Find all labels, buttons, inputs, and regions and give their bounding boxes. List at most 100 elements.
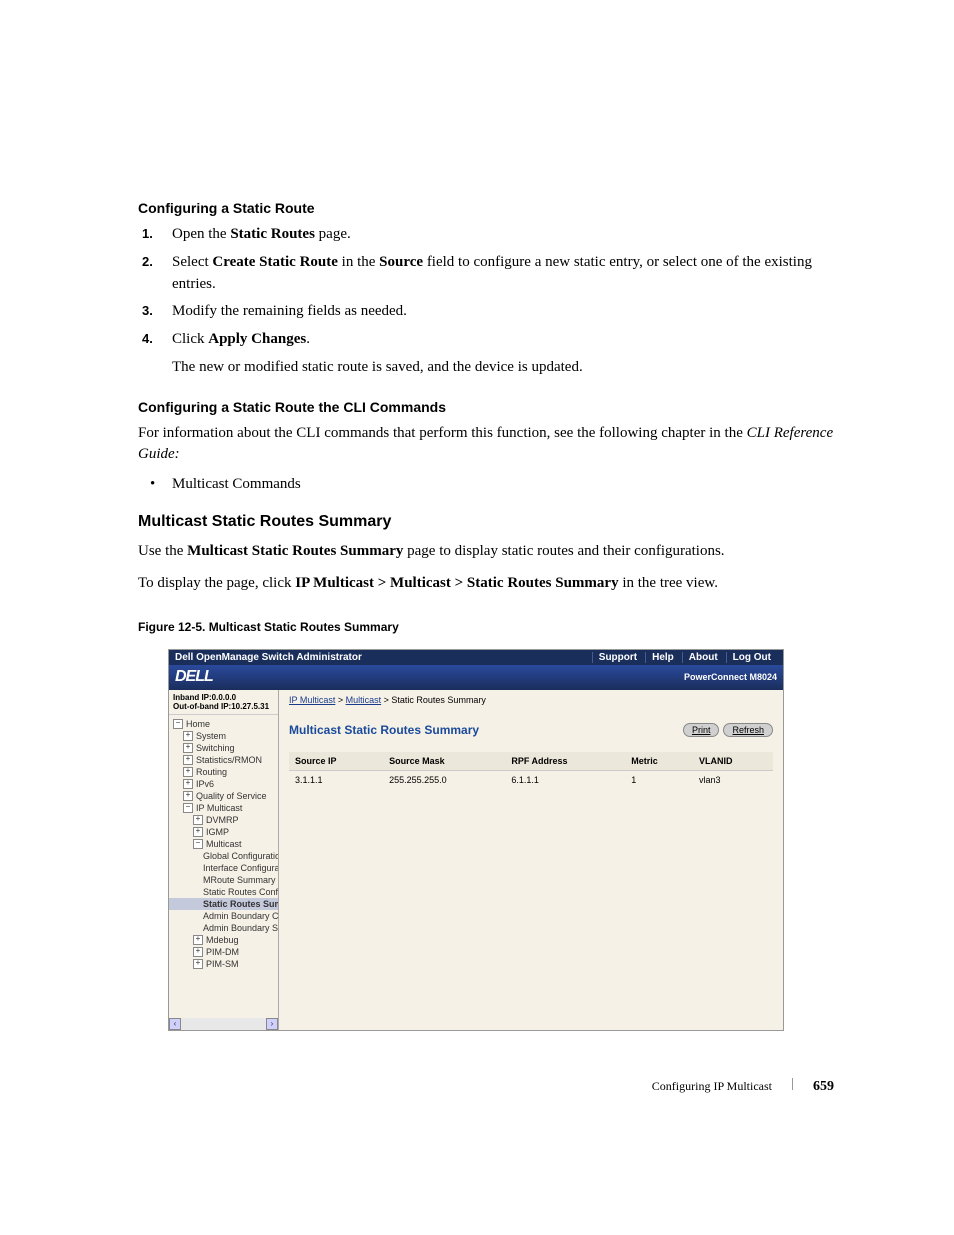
logo-bar: DELL PowerConnect M8024: [169, 665, 783, 690]
ip-info: Inband IP:0.0.0.0 Out-of-band IP:10.27.5…: [169, 690, 278, 715]
expand-icon[interactable]: +: [193, 959, 203, 969]
content-title: Multicast Static Routes Summary: [289, 723, 479, 737]
nav-tree: Inband IP:0.0.0.0 Out-of-band IP:10.27.5…: [169, 690, 279, 1030]
expand-icon[interactable]: +: [193, 935, 203, 945]
expand-icon[interactable]: +: [183, 731, 193, 741]
p-text-bold: IP Multicast > Multicast > Static Routes…: [295, 575, 618, 591]
expand-icon[interactable]: +: [183, 755, 193, 765]
app-topbar: Dell OpenManage Switch Administrator Sup…: [169, 650, 783, 665]
step-text-bold: Static Routes: [230, 226, 315, 242]
nav-static-routes-summary[interactable]: Static Routes Summ: [169, 898, 278, 910]
step-text-bold: Source: [379, 254, 423, 270]
breadcrumb-ip-multicast[interactable]: IP Multicast: [289, 695, 335, 705]
topbar-links: Support Help About Log Out: [592, 652, 777, 663]
step-number: 1.: [142, 225, 153, 244]
cell-rpf-address: 6.1.1.1: [505, 770, 625, 789]
step-4: 4. Click Apply Changes. The new or modif…: [162, 329, 834, 379]
scroll-left-icon[interactable]: ‹: [169, 1018, 181, 1030]
nav-interface-config[interactable]: Interface Configuration: [169, 862, 278, 874]
step-text: Select: [172, 254, 212, 270]
print-button[interactable]: Print: [683, 723, 720, 737]
col-source-mask: Source Mask: [383, 752, 505, 771]
help-link[interactable]: Help: [645, 652, 680, 663]
expand-icon[interactable]: +: [183, 779, 193, 789]
cli-text: For information about the CLI commands t…: [138, 425, 747, 441]
routes-table: Source IP Source Mask RPF Address Metric…: [289, 752, 773, 789]
p-text: Use the: [138, 543, 187, 559]
summary-paragraph-1: Use the Multicast Static Routes Summary …: [138, 541, 834, 563]
col-vlanid: VLANID: [693, 752, 773, 771]
support-link[interactable]: Support: [592, 652, 643, 663]
nav-admin-boundary-config[interactable]: Admin Boundary Con: [169, 910, 278, 922]
cell-source-mask: 255.255.255.0: [383, 770, 505, 789]
nav-igmp[interactable]: +IGMP: [169, 826, 278, 838]
collapse-icon[interactable]: −: [183, 803, 193, 813]
step-text-bold: Apply Changes: [208, 331, 306, 347]
step-3: 3. Modify the remaining fields as needed…: [162, 301, 834, 323]
breadcrumb-multicast[interactable]: Multicast: [346, 695, 382, 705]
heading-multicast-summary: Multicast Static Routes Summary: [138, 513, 834, 531]
step-text: Modify the remaining fields as needed.: [172, 303, 407, 319]
nav-home[interactable]: −Home: [169, 718, 278, 730]
step-2: 2. Select Create Static Route in the Sou…: [162, 252, 834, 296]
nav-dvmrp[interactable]: +DVMRP: [169, 814, 278, 826]
expand-icon[interactable]: +: [193, 827, 203, 837]
about-link[interactable]: About: [682, 652, 724, 663]
step-text: in the: [338, 254, 379, 270]
collapse-icon[interactable]: −: [193, 839, 203, 849]
page-footer: Configuring IP Multicast 659: [652, 1078, 834, 1095]
nav-scrollbar[interactable]: ‹ ›: [169, 1018, 278, 1030]
cli-paragraph: For information about the CLI commands t…: [138, 423, 834, 467]
expand-icon[interactable]: +: [193, 947, 203, 957]
nav-mdebug[interactable]: +Mdebug: [169, 934, 278, 946]
col-rpf-address: RPF Address: [505, 752, 625, 771]
model-label: PowerConnect M8024: [684, 672, 777, 682]
p-text-bold: Multicast Static Routes Summary: [187, 543, 403, 559]
nav-global-config[interactable]: Global Configuration: [169, 850, 278, 862]
nav-pim-sm[interactable]: +PIM-SM: [169, 958, 278, 970]
cli-bullet-list: Multicast Commands: [138, 476, 834, 493]
nav-switching[interactable]: +Switching: [169, 742, 278, 754]
footer-chapter-title: Configuring IP Multicast: [652, 1079, 772, 1094]
p-text: To display the page, click: [138, 575, 295, 591]
breadcrumb-current: Static Routes Summary: [391, 695, 486, 705]
nav-static-routes-config[interactable]: Static Routes Configu: [169, 886, 278, 898]
nav-system[interactable]: +System: [169, 730, 278, 742]
nav-qos[interactable]: +Quality of Service: [169, 790, 278, 802]
summary-paragraph-2: To display the page, click IP Multicast …: [138, 573, 834, 595]
refresh-button[interactable]: Refresh: [723, 723, 773, 737]
step-text: Open the: [172, 226, 230, 242]
cell-vlanid: vlan3: [693, 770, 773, 789]
scroll-right-icon[interactable]: ›: [266, 1018, 278, 1030]
app-title: Dell OpenManage Switch Administrator: [175, 652, 362, 663]
footer-page-number: 659: [813, 1079, 834, 1095]
step-text: Click: [172, 331, 208, 347]
step-text: page.: [315, 226, 351, 242]
breadcrumb: IP Multicast > Multicast > Static Routes…: [289, 695, 773, 705]
p-text: page to display static routes and their …: [403, 543, 724, 559]
cell-metric: 1: [625, 770, 693, 789]
nav-pim-dm[interactable]: +PIM-DM: [169, 946, 278, 958]
step-number: 3.: [142, 302, 153, 321]
nav-mroute-summary[interactable]: MRoute Summary: [169, 874, 278, 886]
nav-ipv6[interactable]: +IPv6: [169, 778, 278, 790]
nav-admin-boundary-summary[interactable]: Admin Boundary Sum: [169, 922, 278, 934]
dell-logo: DELL: [175, 668, 213, 686]
expand-icon[interactable]: +: [183, 743, 193, 753]
heading-cli-commands: Configuring a Static Route the CLI Comma…: [138, 399, 834, 415]
expand-icon[interactable]: +: [183, 791, 193, 801]
step-number: 2.: [142, 253, 153, 272]
collapse-icon[interactable]: −: [173, 719, 183, 729]
col-source-ip: Source IP: [289, 752, 383, 771]
logout-link[interactable]: Log Out: [726, 652, 777, 663]
cli-bullet-item: Multicast Commands: [162, 476, 834, 493]
expand-icon[interactable]: +: [193, 815, 203, 825]
step-number: 4.: [142, 330, 153, 349]
expand-icon[interactable]: +: [183, 767, 193, 777]
nav-statistics[interactable]: +Statistics/RMON: [169, 754, 278, 766]
screenshot-multicast-summary: Dell OpenManage Switch Administrator Sup…: [168, 649, 784, 1031]
nav-routing[interactable]: +Routing: [169, 766, 278, 778]
nav-ip-multicast[interactable]: −IP Multicast: [169, 802, 278, 814]
nav-multicast[interactable]: −Multicast: [169, 838, 278, 850]
outofband-ip: Out-of-band IP:10.27.5.31: [173, 702, 274, 711]
